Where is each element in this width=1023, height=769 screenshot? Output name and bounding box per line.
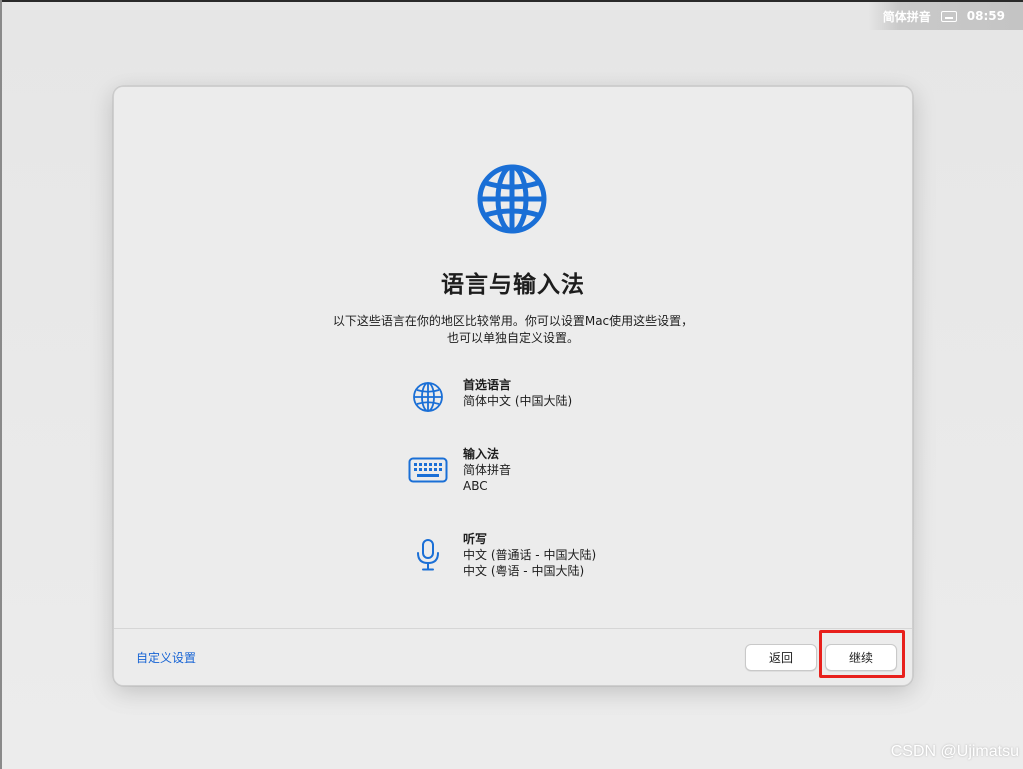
description-line-1: 以下这些语言在你的地区比较常用。你可以设置Mac使用这些设置，	[332, 314, 694, 328]
description-line-2: 也可以单独自定义设置。	[446, 331, 579, 345]
clock[interactable]: 08:59	[967, 9, 1005, 23]
screen-left-edge	[0, 0, 2, 769]
menu-bar-extras: 简体拼音 08:59	[868, 2, 1023, 30]
globe-icon	[477, 164, 547, 234]
microphone-icon	[406, 535, 450, 575]
page-description: 以下这些语言在你的地区比较常用。你可以设置Mac使用这些设置， 也可以单独自定义…	[114, 313, 912, 347]
setting-text: 听写 中文 (普通话 - 中国大陆) 中文 (粤语 - 中国大陆)	[463, 531, 596, 579]
setting-value: 简体拼音	[463, 463, 512, 477]
setting-title: 首选语言	[463, 378, 512, 392]
setting-text: 首选语言 简体中文 (中国大陆)	[463, 377, 572, 409]
footer-divider	[114, 628, 912, 629]
keyboard-icon[interactable]	[940, 10, 957, 22]
back-button[interactable]: 返回	[745, 644, 817, 671]
setting-value: 简体中文 (中国大陆)	[463, 394, 573, 408]
setting-value: 中文 (普通话 - 中国大陆)	[463, 548, 597, 562]
page-title: 语言与输入法	[441, 272, 585, 298]
setting-title: 输入法	[463, 447, 500, 461]
globe-icon	[406, 377, 450, 417]
setting-text: 输入法 简体拼音 ABC	[463, 446, 511, 494]
continue-highlight-annotation	[819, 630, 905, 678]
setting-value: 中文 (粤语 - 中国大陆)	[463, 564, 585, 578]
desktop-background: 简体拼音 08:59 语言与输入法 以下这些语言在你的地区比较常用。你可以设置M…	[0, 0, 1023, 769]
setting-title: 听写	[463, 532, 488, 546]
setting-value: ABC	[463, 479, 488, 493]
setup-assistant-window: 语言与输入法 以下这些语言在你的地区比较常用。你可以设置Mac使用这些设置， 也…	[113, 86, 913, 686]
watermark: CSDN @Ujimatsu	[890, 743, 1019, 760]
input-method-indicator[interactable]: 简体拼音	[883, 8, 931, 25]
keyboard-icon	[406, 450, 450, 490]
customize-settings-link[interactable]: 自定义设置	[136, 649, 196, 666]
